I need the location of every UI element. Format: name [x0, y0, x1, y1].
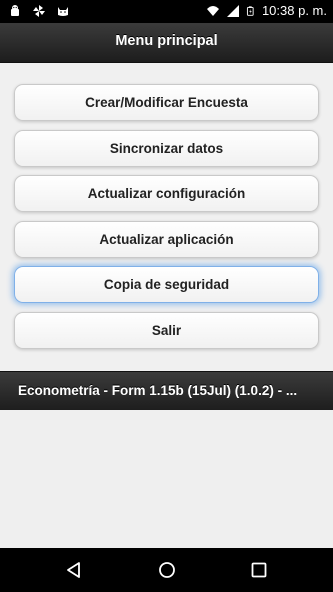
home-icon[interactable]: [157, 560, 177, 580]
page-title: Menu principal: [115, 33, 218, 49]
button-label: Salir: [151, 322, 182, 338]
battery-charging-icon: [246, 5, 254, 16]
actualizar-configuracion-button[interactable]: Actualizar configuración: [14, 175, 319, 212]
empty-area: [0, 410, 333, 548]
button-label: Actualizar aplicación: [99, 231, 234, 247]
app-footer: Econometría - Form 1.15b (15Jul) (1.0.2)…: [0, 371, 333, 411]
button-label: Crear/Modificar Encuesta: [85, 95, 248, 110]
salir-button[interactable]: Salir: [14, 311, 319, 349]
sincronizar-datos-button[interactable]: Sincronizar datos: [14, 129, 319, 167]
wifi-icon: [206, 5, 219, 16]
button-label: Sincronizar datos: [109, 140, 224, 156]
copia-de-seguridad-button[interactable]: Copia de seguridad: [14, 266, 319, 303]
main-menu: Crear/Modificar Encuesta Sincronizar dat…: [14, 84, 319, 357]
navigation-bar: [0, 548, 333, 592]
button-label: Actualizar configuración: [87, 186, 246, 201]
app-header: Menu principal: [0, 23, 333, 63]
signal-icon: [226, 4, 239, 17]
button-label: Copia de seguridad: [103, 277, 230, 292]
android-icon: [11, 5, 19, 16]
actualizar-aplicacion-button[interactable]: Actualizar aplicación: [14, 220, 319, 258]
recents-icon[interactable]: [249, 560, 269, 580]
cat-icon: [58, 7, 68, 16]
back-icon[interactable]: [64, 560, 84, 580]
crear-modificar-encuesta-button[interactable]: Crear/Modificar Encuesta: [14, 84, 319, 121]
clock: 10:38 p. m.: [261, 3, 327, 18]
status-bar: 10:38 p. m.: [0, 0, 333, 23]
pinwheel-icon: [33, 5, 45, 17]
footer-version-text: Econometría - Form 1.15b (15Jul) (1.0.2)…: [18, 383, 298, 398]
